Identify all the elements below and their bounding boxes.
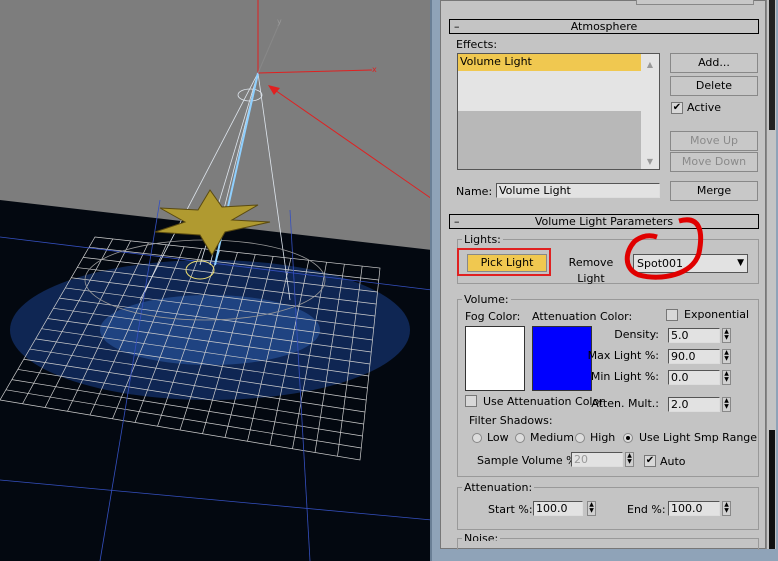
max-light-input[interactable]: 90.0 bbox=[668, 349, 720, 364]
effects-label: Effects: bbox=[456, 38, 498, 51]
start-label: Start %: bbox=[488, 503, 533, 516]
density-spinner[interactable]: ▲ ▼ bbox=[722, 328, 731, 343]
radio-high[interactable] bbox=[575, 433, 585, 443]
radio-high-label: High bbox=[590, 431, 616, 444]
start-input[interactable]: 100.0 bbox=[533, 501, 583, 516]
atten-color-label: Attenuation Color: bbox=[532, 310, 633, 323]
volume-light-params-header[interactable]: – Volume Light Parameters bbox=[449, 214, 759, 229]
attenuation-label: Attenuation: bbox=[462, 481, 535, 494]
radio-medium[interactable] bbox=[515, 433, 525, 443]
sample-volume-spinner[interactable]: ▲ ▼ bbox=[625, 452, 634, 467]
volume-label: Volume: bbox=[462, 293, 511, 306]
rollout-panel: – Atmosphere Effects: Volume Light ▲ ▼ Add… bbox=[440, 0, 766, 550]
use-atten-color-label: Use Attenuation Color bbox=[483, 395, 604, 408]
move-down-button[interactable]: Move Down bbox=[670, 152, 758, 172]
chevron-down-icon: ▼ bbox=[737, 258, 744, 268]
min-light-spinner[interactable]: ▲ ▼ bbox=[722, 370, 731, 385]
effects-list-item[interactable]: Volume Light bbox=[458, 54, 641, 71]
max-light-spinner[interactable]: ▲ ▼ bbox=[722, 349, 731, 364]
radio-low[interactable] bbox=[472, 433, 482, 443]
max-light-label: Max Light %: bbox=[587, 349, 659, 362]
merge-button[interactable]: Merge bbox=[670, 181, 758, 201]
start-spinner[interactable]: ▲ ▼ bbox=[587, 501, 596, 516]
exponential-checkbox[interactable] bbox=[666, 309, 678, 321]
lights-label: Lights: bbox=[462, 233, 503, 246]
axis-x-label: x bbox=[372, 65, 377, 74]
radio-use-light-smp-range[interactable] bbox=[623, 433, 633, 443]
top-button-partial[interactable] bbox=[636, 0, 754, 5]
delete-button[interactable]: Delete bbox=[670, 76, 758, 96]
atten-mult-label: Atten. Mult.: bbox=[591, 397, 659, 410]
density-label: Density: bbox=[614, 328, 659, 341]
remove-light-button[interactable]: Remove Light bbox=[555, 254, 627, 285]
end-input[interactable]: 100.0 bbox=[668, 501, 720, 516]
radio-low-label: Low bbox=[487, 431, 509, 444]
fog-color-label: Fog Color: bbox=[465, 310, 521, 323]
atten-color-swatch[interactable] bbox=[532, 326, 592, 391]
min-light-input[interactable]: 0.0 bbox=[668, 370, 720, 385]
pick-light-button[interactable]: Pick Light bbox=[467, 254, 547, 272]
sample-volume-label: Sample Volume %: bbox=[477, 454, 581, 467]
effects-scrollbar[interactable]: ▲ ▼ bbox=[641, 54, 659, 169]
add-button[interactable]: Add... bbox=[670, 53, 758, 73]
name-input[interactable]: Volume Light bbox=[496, 183, 660, 198]
min-light-label: Min Light %: bbox=[590, 370, 659, 383]
sample-volume-input[interactable]: 20 bbox=[571, 452, 623, 467]
viewport-3d[interactable]: x y bbox=[0, 0, 432, 561]
effects-list[interactable]: Volume Light ▲ ▼ bbox=[457, 53, 660, 170]
radio-medium-label: Medium bbox=[530, 431, 574, 444]
end-spinner[interactable]: ▲ ▼ bbox=[722, 501, 731, 516]
rollout-title: Atmosphere bbox=[570, 20, 638, 33]
exponential-label: Exponential bbox=[684, 308, 750, 321]
panel-scrollbar[interactable] bbox=[766, 0, 776, 549]
radio-use-light-smp-range-label: Use Light Smp Range bbox=[639, 431, 758, 444]
end-label: End %: bbox=[627, 503, 666, 516]
axis-y-label: y bbox=[277, 17, 282, 26]
auto-label: Auto bbox=[660, 455, 686, 468]
atmosphere-rollout-header[interactable]: – Atmosphere bbox=[449, 19, 759, 34]
use-atten-color-checkbox[interactable] bbox=[465, 395, 477, 407]
density-input[interactable]: 5.0 bbox=[668, 328, 720, 343]
atten-mult-input[interactable]: 2.0 bbox=[668, 397, 720, 412]
move-up-button[interactable]: Move Up bbox=[670, 131, 758, 151]
environment-effects-window: – Atmosphere Effects: Volume Light ▲ ▼ Add… bbox=[430, 0, 778, 561]
noise-label: Noise: bbox=[462, 532, 501, 541]
active-label: Active bbox=[687, 101, 722, 114]
auto-checkbox[interactable]: ✔ bbox=[644, 455, 656, 467]
active-checkbox[interactable]: ✔ bbox=[671, 102, 683, 114]
filter-shadows-label: Filter Shadows: bbox=[469, 414, 553, 427]
red-circle-annotation bbox=[624, 217, 704, 280]
atten-mult-spinner[interactable]: ▲ ▼ bbox=[722, 397, 731, 412]
name-label: Name: bbox=[456, 185, 493, 198]
fog-color-swatch[interactable] bbox=[465, 326, 525, 391]
noise-group: Noise: bbox=[457, 532, 759, 550]
